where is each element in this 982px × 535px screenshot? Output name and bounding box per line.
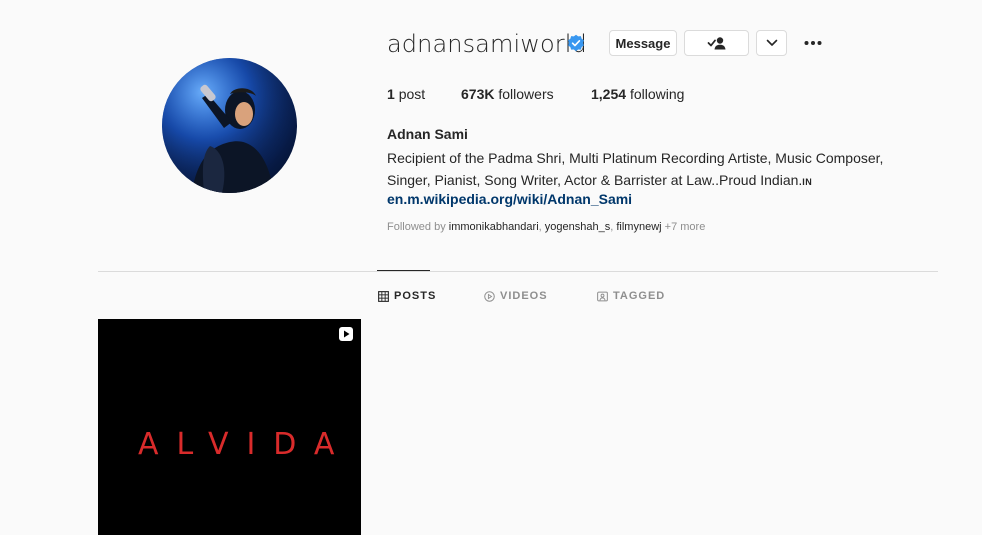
profile-website-link[interactable]: en.m.wikipedia.org/wiki/Adnan_Sami [387,191,632,207]
posts-count: 1 post [387,86,425,102]
video-reel-icon [339,327,353,341]
posts-count-label: post [398,86,426,102]
verified-badge-icon [568,34,584,52]
following-button[interactable] [684,30,749,56]
following-count-value: 1,254 [591,86,627,102]
more-options-icon[interactable] [803,36,823,50]
post-tile[interactable]: ALVIDA [98,319,361,535]
message-button[interactable]: Message [609,30,677,56]
followed-by: Followed by immonikabhandari, yogenshah_… [387,221,706,233]
tab-posts[interactable]: POSTS [378,290,436,302]
followers-count-label: followers [498,86,554,102]
followed-by-user[interactable]: yogenshah_s [545,221,610,233]
profile-bio: Recipient of the Padma Shri, Multi Plati… [387,147,907,193]
followers-count-value: 673K [461,86,495,102]
profile-page: adnansamiworld Message 1 post 673K follo… [0,0,982,535]
profile-avatar[interactable] [162,58,297,193]
tab-videos[interactable]: VIDEOS [484,290,548,302]
followed-by-prefix: Followed by [387,221,449,233]
grid-icon [378,290,389,302]
tab-tagged-label: TAGGED [613,290,666,302]
followed-by-user[interactable]: filmynewj [616,221,661,233]
chevron-down-icon [766,39,777,46]
tab-videos-label: VIDEOS [500,290,548,302]
posts-count-value: 1 [387,86,395,102]
followed-by-user[interactable]: immonikabhandari [449,221,539,233]
post-title-text: ALVIDA [138,427,353,462]
tag-person-icon [597,291,608,301]
profile-username: adnansamiworld [387,30,587,58]
person-check-icon [707,37,725,50]
following-count-label: following [629,86,685,102]
tab-posts-label: POSTS [394,290,437,302]
india-flag-icon: IN [802,177,813,187]
tabs-divider [98,271,938,272]
tab-tagged[interactable]: TAGGED [597,290,665,302]
followers-link[interactable]: 673K followers [461,86,554,102]
profile-full-name: Adnan Sami [387,126,468,142]
following-link[interactable]: 1,254 following [591,86,684,102]
play-circle-icon [484,290,495,302]
suggestions-dropdown-button[interactable] [756,30,787,56]
followed-by-more[interactable]: +7 more [665,221,706,233]
avatar-image [162,58,297,193]
active-tab-indicator [377,270,430,271]
